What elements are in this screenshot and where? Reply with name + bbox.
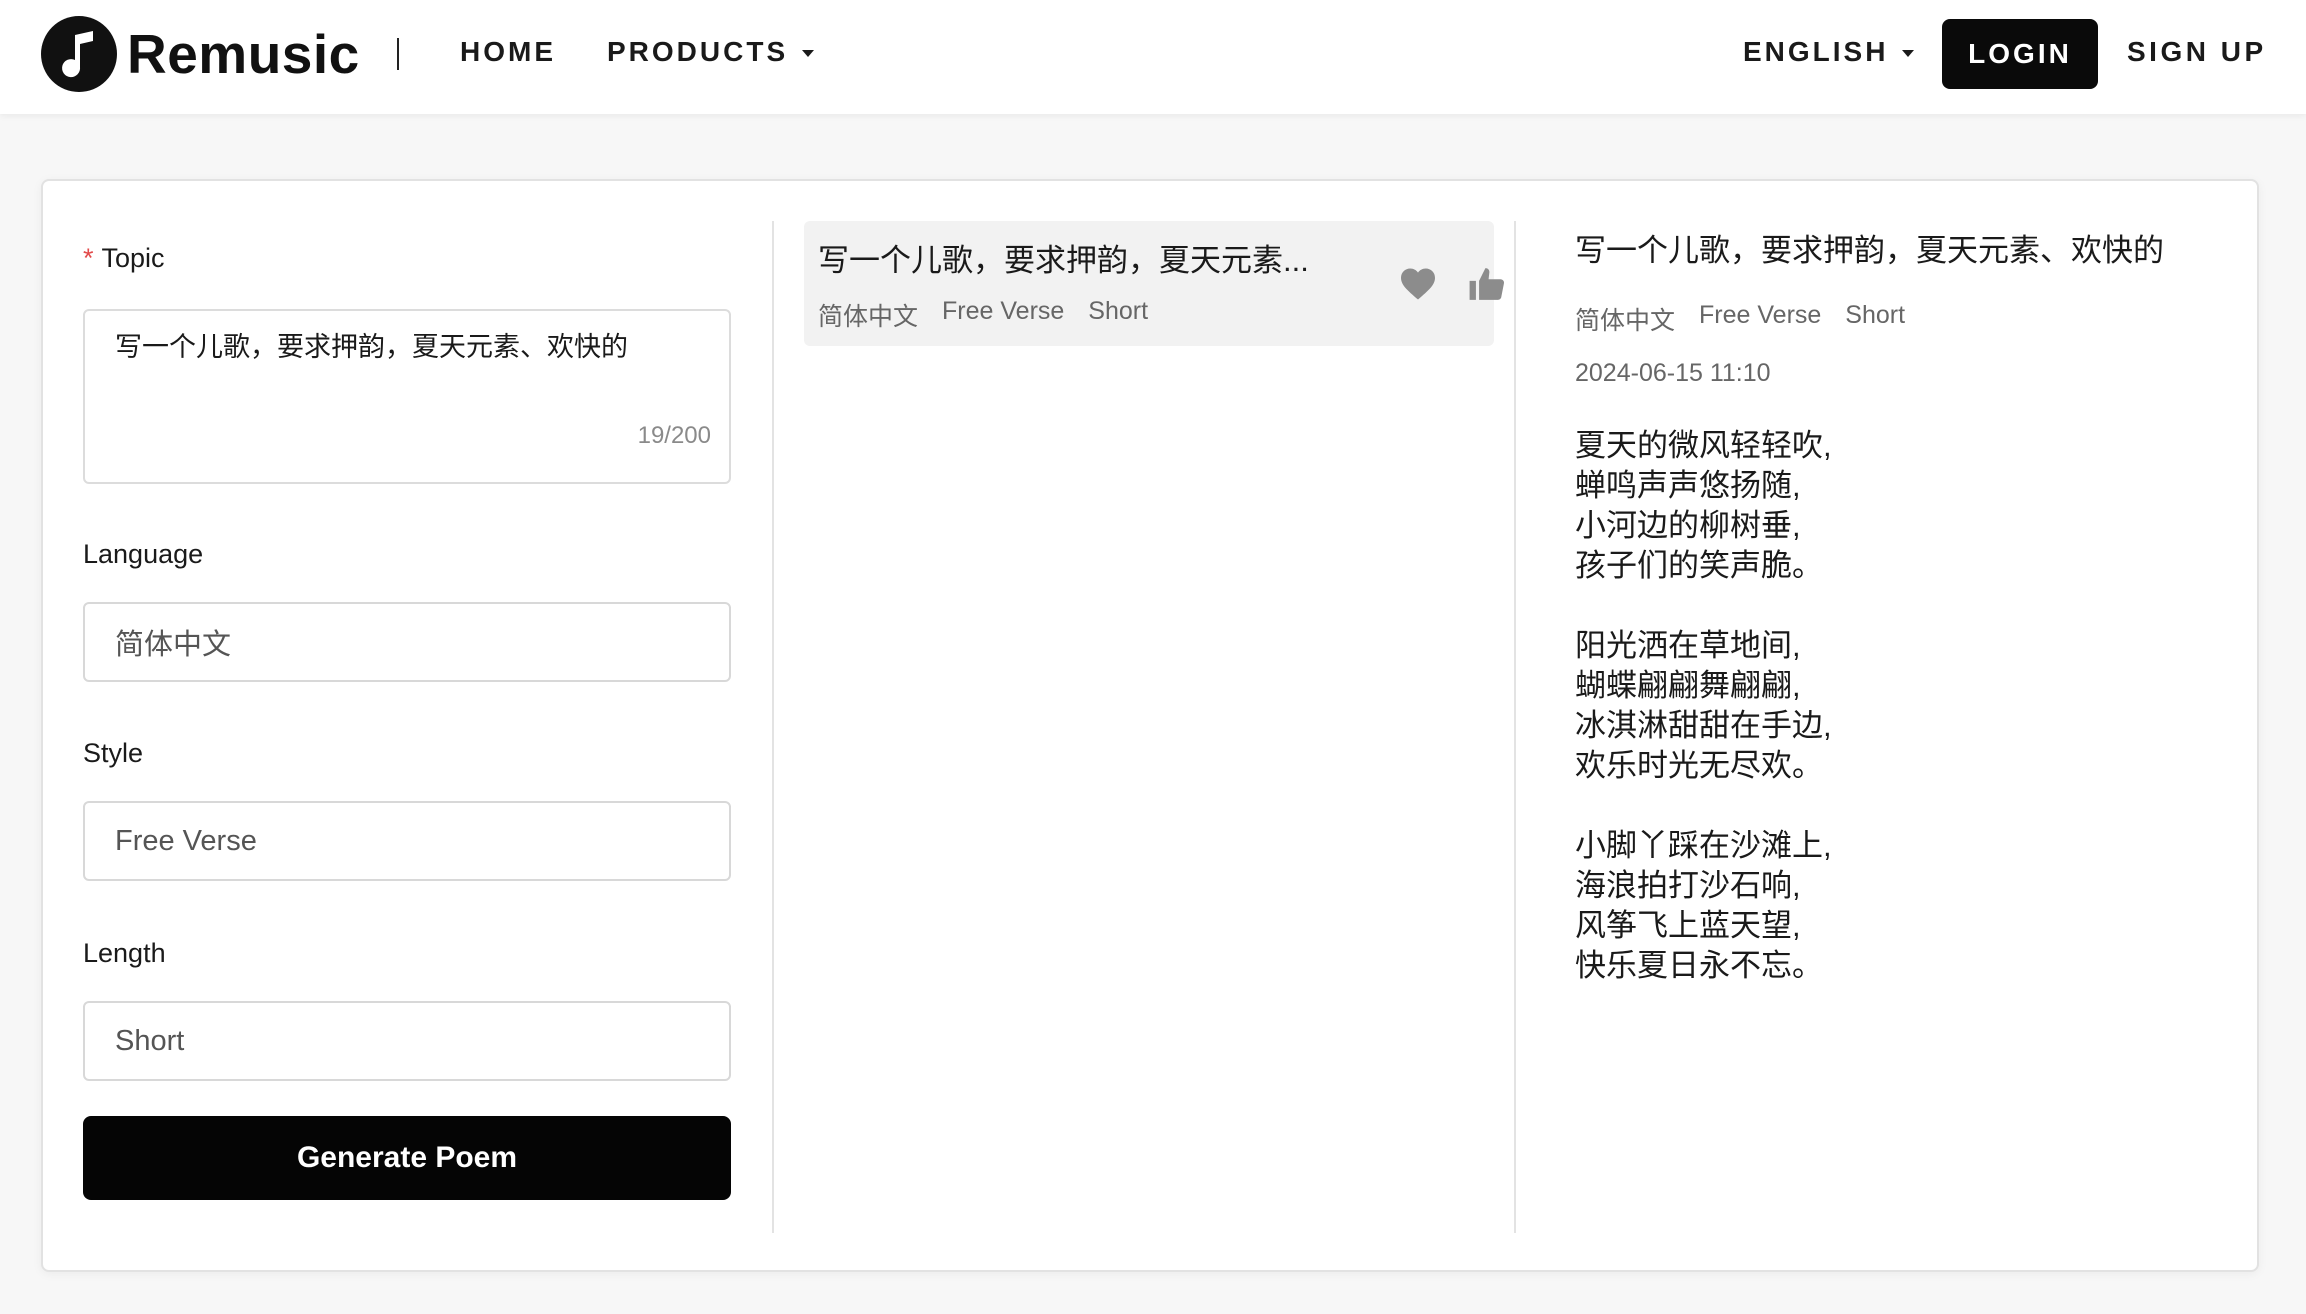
length-label: Length: [83, 938, 166, 968]
history-item-tags: 简体中文 Free Verse Short: [818, 297, 1148, 333]
column-divider: [772, 221, 774, 1233]
nav-home-label: HOME: [460, 36, 556, 67]
history-item[interactable]: 写一个儿歌，要求押韵，夏天元素... 简体中文 Free Verse Short: [804, 221, 1505, 346]
topic-label: * Topic: [83, 243, 165, 274]
poem-tag-length: Short: [1845, 301, 1906, 329]
history-tag-language: 简体中文: [818, 303, 919, 331]
nav-products-label: PRODUCTS: [607, 36, 789, 67]
poem-result: 写一个儿歌，要求押韵，夏天元素、欢快的 简体中文 Free Verse Shor…: [1575, 221, 2175, 986]
poem-timestamp: 2024-06-15 11:10: [1575, 359, 1771, 387]
required-mark: *: [83, 243, 94, 273]
thumbs-up-icon[interactable]: [1468, 265, 1506, 308]
length-select-value: Short: [115, 1024, 185, 1057]
history-item-title: 写一个儿歌，要求押韵，夏天元素...: [818, 243, 1309, 278]
nav-divider: [397, 38, 399, 70]
language-dropdown[interactable]: ENGLISH: [1743, 36, 1915, 68]
generate-poem-button[interactable]: Generate Poem: [83, 1116, 731, 1200]
chevron-down-icon: [802, 49, 815, 57]
poem-body: 夏天的微风轻轻吹, 蝉鸣声声悠扬随, 小河边的柳树垂, 孩子们的笑声脆。 阳光洒…: [1575, 428, 1832, 983]
topic-label-text: Topic: [101, 243, 165, 273]
poem-generator-card: * Topic 写一个儿歌，要求押韵，夏天元素、欢快的 19/200 Langua…: [41, 179, 2259, 1272]
history-tag-style: Free Verse: [942, 297, 1065, 325]
length-select[interactable]: Short: [83, 1001, 731, 1081]
language-select-value: 简体中文: [115, 629, 232, 661]
poem-tags: 简体中文 Free Verse Short: [1575, 301, 2175, 337]
style-select-value: Free Verse: [115, 824, 257, 857]
nav-home-link[interactable]: HOME: [460, 36, 556, 68]
style-select[interactable]: Free Verse: [83, 801, 731, 881]
login-button[interactable]: LOGIN: [1942, 19, 2098, 89]
language-select[interactable]: 简体中文: [83, 602, 731, 682]
logo-text: Remusic: [127, 23, 360, 85]
logo[interactable]: Remusic: [41, 16, 360, 92]
poem-tag-language: 简体中文: [1575, 307, 1676, 335]
signup-link[interactable]: SIGN UP: [2127, 36, 2267, 68]
heart-icon[interactable]: [1399, 267, 1437, 306]
top-navbar: Remusic HOME PRODUCTS ENGLISH LOGIN SIGN…: [0, 0, 2306, 114]
nav-products-dropdown[interactable]: PRODUCTS: [607, 36, 815, 68]
language-label: Language: [83, 539, 204, 569]
topic-textarea-value: 写一个儿歌，要求押韵，夏天元素、欢快的: [115, 332, 628, 362]
style-label: Style: [83, 738, 144, 768]
chevron-down-icon: [1902, 49, 1915, 57]
topic-char-counter: 19/200: [637, 422, 711, 449]
language-label: ENGLISH: [1743, 36, 1889, 67]
music-note-icon: [41, 16, 117, 92]
history-tag-length: Short: [1088, 297, 1149, 325]
poem-title: 写一个儿歌，要求押韵，夏天元素、欢快的: [1575, 233, 2164, 268]
column-divider: [1514, 221, 1516, 1233]
poem-tag-style: Free Verse: [1699, 301, 1822, 329]
topic-textarea[interactable]: 写一个儿歌，要求押韵，夏天元素、欢快的 19/200: [83, 309, 731, 484]
